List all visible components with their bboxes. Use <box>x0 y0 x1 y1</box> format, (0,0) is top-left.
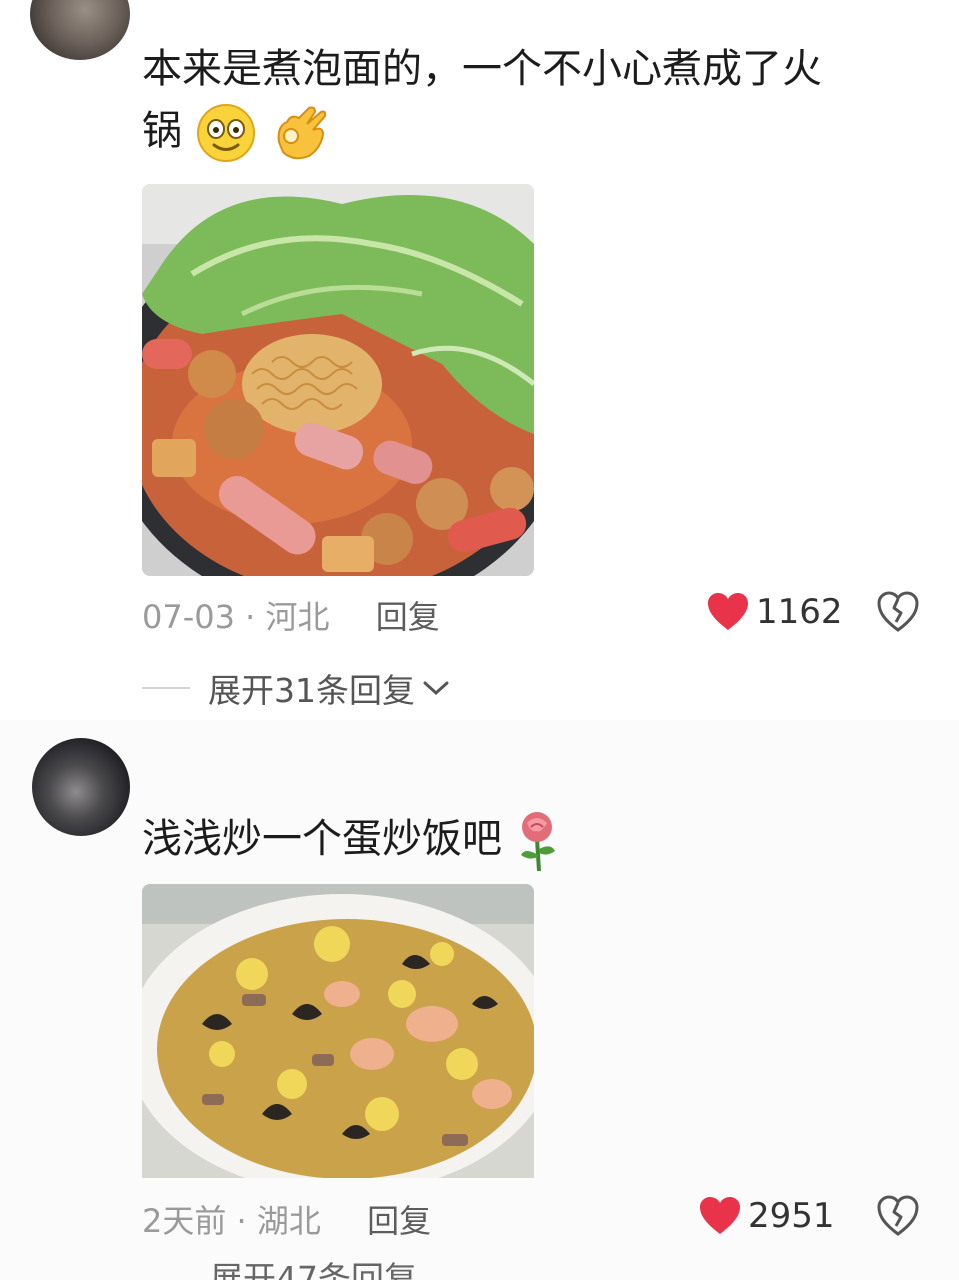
expand-divider <box>142 687 190 689</box>
comment-text-line: 浅浅炒一个蛋炒饭吧 <box>142 816 502 862</box>
expand-replies-button[interactable]: 展开31条回复 <box>142 664 451 712</box>
comment-photo-hotpot[interactable] <box>142 184 534 576</box>
comment-date: 2天前 <box>142 1202 227 1240</box>
comment-text-line: 锅 <box>142 108 182 154</box>
rose-icon <box>520 812 555 872</box>
dislike-button[interactable] <box>876 1194 920 1242</box>
comment-item: 浅浅炒一个蛋炒饭吧 2天前 · 湖北 回复 2951 <box>0 720 959 1280</box>
chevron-down-icon <box>423 681 449 696</box>
reply-button[interactable]: 回复 <box>376 598 440 636</box>
like-button[interactable]: 1162 <box>706 592 843 632</box>
hotpot-image <box>142 184 534 576</box>
expand-replies-button[interactable]: 展开47条回复 <box>210 1262 417 1280</box>
like-button[interactable]: 2951 <box>698 1196 835 1236</box>
expand-replies-label: 展开31条回复 <box>208 671 415 710</box>
comment-item: 本来是煮泡面的，一个不小心煮成了火 锅 07-03 · 河北 回复 1162 展… <box>0 0 959 720</box>
meta-separator: · <box>245 598 256 636</box>
like-count: 1162 <box>756 592 843 632</box>
comment-text: 浅浅炒一个蛋炒饭吧 <box>142 808 932 873</box>
dislike-button[interactable] <box>876 590 920 638</box>
like-count: 2951 <box>748 1196 835 1236</box>
broken-heart-icon <box>877 591 919 632</box>
heart-icon <box>700 1197 740 1234</box>
meta-separator: · <box>236 1202 247 1240</box>
comment-date: 07-03 <box>142 598 235 636</box>
reply-button[interactable]: 回复 <box>367 1202 431 1240</box>
heart-icon <box>708 593 748 630</box>
avatar[interactable] <box>32 738 130 836</box>
smiling-face-icon <box>196 104 255 162</box>
avatar[interactable] <box>30 0 130 60</box>
broken-heart-icon <box>877 1195 919 1236</box>
comment-location: 湖北 <box>256 1202 321 1240</box>
comment-location: 河北 <box>265 598 330 636</box>
ok-hand-icon <box>278 106 327 160</box>
comment-meta: 2天前 · 湖北 回复 <box>142 1196 431 1242</box>
comment-text-line: 本来是煮泡面的，一个不小心煮成了火 <box>142 46 822 92</box>
comment-text: 本来是煮泡面的，一个不小心煮成了火 锅 <box>142 38 932 164</box>
comment-meta: 07-03 · 河北 回复 <box>142 592 440 638</box>
fried-rice-image <box>142 884 534 1194</box>
